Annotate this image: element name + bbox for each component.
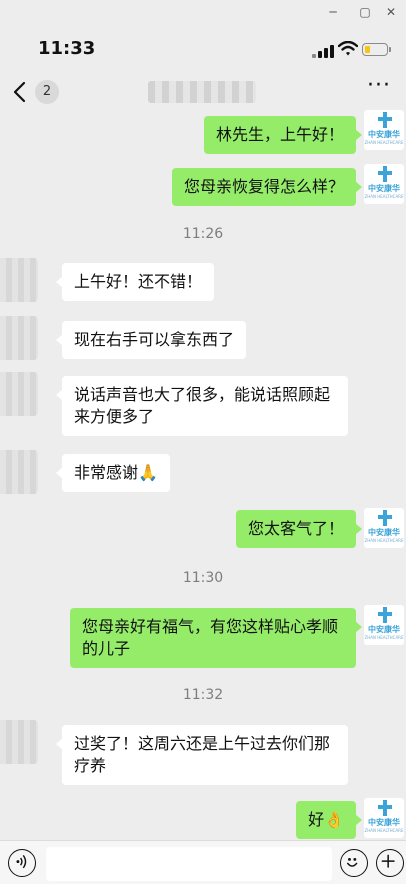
contact-avatar[interactable] xyxy=(0,450,38,494)
message-bubble-outgoing[interactable]: 您母亲好有福气，有您这样贴心孝顺的儿子 xyxy=(70,608,362,668)
window-titlebar: ─ ▢ ✕ xyxy=(0,0,406,24)
logo-subtext: ZHAN HEALTHCARE xyxy=(364,635,404,640)
wifi-icon xyxy=(338,41,358,56)
contact-avatar[interactable] xyxy=(0,316,38,360)
medical-cross-icon xyxy=(378,166,392,182)
company-logo-avatar[interactable]: 中安康华 ZHAN HEALTHCARE xyxy=(364,164,404,204)
message-bubble-incoming[interactable]: 非常感谢🙏 xyxy=(56,454,170,492)
cellular-signal-icon xyxy=(312,44,334,58)
status-time: 11:33 xyxy=(38,38,96,59)
logo-text: 中安康华 xyxy=(368,184,400,193)
status-bar: 11:33 xyxy=(0,32,406,66)
chat-header: 2 ··· xyxy=(0,72,406,112)
company-logo-avatar[interactable]: 中安康华 ZHAN HEALTHCARE xyxy=(364,605,404,645)
company-logo-avatar[interactable]: 中安康华 ZHAN HEALTHCARE xyxy=(364,508,404,548)
voice-icon xyxy=(16,854,27,869)
plus-icon xyxy=(381,854,395,868)
timestamp: 11:32 xyxy=(182,687,224,703)
voice-input-button[interactable] xyxy=(8,849,36,877)
message-bubble-incoming[interactable]: 现在右手可以拿东西了 xyxy=(55,321,247,359)
logo-subtext: ZHAN HEALTHCARE xyxy=(364,194,404,199)
company-logo-avatar[interactable]: 中安康华 ZHAN HEALTHCARE xyxy=(364,110,404,150)
emoji-button[interactable] xyxy=(340,849,368,877)
message-bubble-outgoing[interactable]: 好👌 xyxy=(296,801,362,839)
medical-cross-icon xyxy=(378,510,392,526)
medical-cross-icon xyxy=(378,607,392,623)
medical-cross-icon xyxy=(378,112,392,128)
medical-cross-icon xyxy=(378,800,392,816)
logo-text: 中安康华 xyxy=(368,528,400,537)
timestamp: 11:26 xyxy=(182,226,224,242)
message-bubble-outgoing[interactable]: 您母亲恢复得怎么样？ xyxy=(171,168,363,206)
battery-icon xyxy=(362,43,391,56)
logo-subtext: ZHAN HEALTHCARE xyxy=(364,538,404,543)
contact-avatar[interactable] xyxy=(0,372,38,416)
add-attachment-button[interactable] xyxy=(376,849,404,877)
unread-count-badge: 2 xyxy=(35,80,59,104)
maximize-icon[interactable]: ▢ xyxy=(356,4,374,20)
logo-subtext: ZHAN HEALTHCARE xyxy=(364,828,404,833)
contact-avatar[interactable] xyxy=(0,720,38,764)
company-logo-avatar[interactable]: 中安康华 ZHAN HEALTHCARE xyxy=(364,798,404,838)
logo-text: 中安康华 xyxy=(368,818,400,827)
emoji-icon xyxy=(346,857,358,867)
logo-text: 中安康华 xyxy=(368,625,400,634)
timestamp: 11:30 xyxy=(182,570,224,586)
blurred-contact-name xyxy=(148,81,256,103)
logo-subtext: ZHAN HEALTHCARE xyxy=(364,140,404,145)
message-bubble-incoming[interactable]: 说话声音也大了很多，能说话照顾起来方便多了 xyxy=(56,376,348,436)
contact-avatar[interactable] xyxy=(0,258,38,302)
message-bubble-outgoing[interactable]: 林先生，上午好！ xyxy=(203,116,363,154)
message-input-bar xyxy=(0,840,406,884)
message-bubble-incoming[interactable]: 上午好！还不错！ xyxy=(55,263,215,301)
close-icon[interactable]: ✕ xyxy=(382,4,400,20)
back-arrow-icon[interactable] xyxy=(10,80,30,104)
minimize-icon[interactable]: ─ xyxy=(324,4,342,20)
message-bubble-outgoing[interactable]: 您太客气了！ xyxy=(235,510,363,548)
message-input-field[interactable] xyxy=(46,847,332,881)
more-options-icon[interactable]: ··· xyxy=(364,75,394,104)
message-bubble-incoming[interactable]: 过奖了！这周六还是上午过去你们那疗养 xyxy=(56,725,348,785)
logo-text: 中安康华 xyxy=(368,130,400,139)
